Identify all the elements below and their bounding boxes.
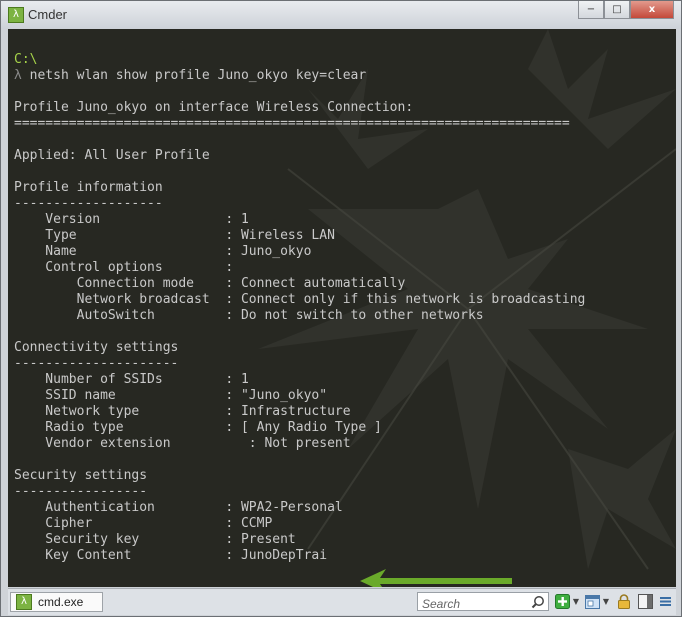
output-line: Security key : Present — [14, 532, 296, 547]
output-line: SSID name : "Juno_okyo" — [14, 388, 328, 403]
output-line: --------------------- — [14, 356, 179, 371]
search-box — [417, 592, 549, 613]
dropdown-caret-icon[interactable]: ▼ — [570, 593, 582, 610]
output-line: ========================================… — [14, 116, 570, 131]
output-line: Network type : Infrastructure — [14, 404, 351, 419]
cmder-window: λ Cmder − □ x C:\ λ netsh wlan show profi… — [0, 0, 682, 617]
output-line: Security settings — [14, 468, 148, 483]
new-console-plus-icon[interactable] — [554, 593, 570, 610]
output-line: ------------------- — [14, 196, 163, 211]
search-input[interactable] — [418, 595, 530, 613]
prompt-path: C:\ — [14, 52, 38, 67]
tab-label: cmd.exe — [38, 595, 84, 609]
output-line: Connectivity settings — [14, 340, 179, 355]
annotation-arrow — [360, 569, 512, 587]
minimize-button[interactable]: − — [578, 1, 604, 19]
output-line: Network broadcast : Connect only if this… — [14, 292, 586, 307]
maximize-button[interactable]: □ — [604, 1, 630, 19]
output-line: Control options : — [14, 260, 234, 275]
output-line: Cipher : CCMP — [14, 516, 273, 531]
command-text: netsh wlan show profile Juno_okyo key=cl… — [21, 68, 367, 83]
title-bar[interactable]: λ Cmder − □ x — [1, 1, 681, 29]
close-button[interactable]: x — [630, 1, 674, 19]
terminal-area[interactable]: C:\ λ netsh wlan show profile Juno_okyo k… — [8, 29, 676, 587]
lambda-icon: λ — [16, 594, 32, 610]
terminal-output: C:\ λ netsh wlan show profile Juno_okyo k… — [14, 52, 585, 564]
output-line: Number of SSIDs : 1 — [14, 372, 249, 387]
window-controls: − □ x — [578, 1, 674, 19]
lock-icon[interactable] — [616, 593, 632, 610]
output-line: Connection mode : Connect automatically — [14, 276, 406, 291]
output-line: Key Content : JunoDepTrai — [14, 548, 328, 563]
split-view-icon[interactable] — [637, 593, 653, 610]
search-icon[interactable] — [531, 594, 545, 613]
output-line: Name : Juno_okyo — [14, 244, 312, 259]
prompt-symbol: λ — [14, 68, 22, 83]
window-title: Cmder — [28, 7, 68, 22]
output-line: ----------------- — [14, 484, 148, 499]
output-line: Version : 1 — [14, 212, 249, 227]
output-line: Applied: All User Profile — [14, 148, 210, 163]
output-line: Authentication : WPA2-Personal — [14, 500, 343, 515]
command-line: λ netsh wlan show profile Juno_okyo key=… — [14, 68, 585, 84]
prompt-path-line: C:\ — [14, 52, 585, 68]
console-tab[interactable]: λ cmd.exe — [10, 592, 103, 612]
output-line: Type : Wireless LAN — [14, 228, 335, 243]
dropdown-caret-icon[interactable]: ▼ — [600, 593, 612, 610]
status-bar: λ cmd.exe ▼ ▼ — [8, 588, 676, 615]
lambda-icon[interactable]: λ — [8, 7, 24, 23]
output-line: Vendor extension : Not present — [14, 436, 351, 451]
output-line: Radio type : [ Any Radio Type ] — [14, 420, 382, 435]
output-line: Profile Juno_okyo on interface Wireless … — [14, 100, 414, 115]
output-line: AutoSwitch : Do not switch to other netw… — [14, 308, 484, 323]
output-line: Profile information — [14, 180, 163, 195]
menu-icon[interactable] — [658, 593, 672, 610]
window-layout-icon[interactable] — [584, 593, 600, 610]
